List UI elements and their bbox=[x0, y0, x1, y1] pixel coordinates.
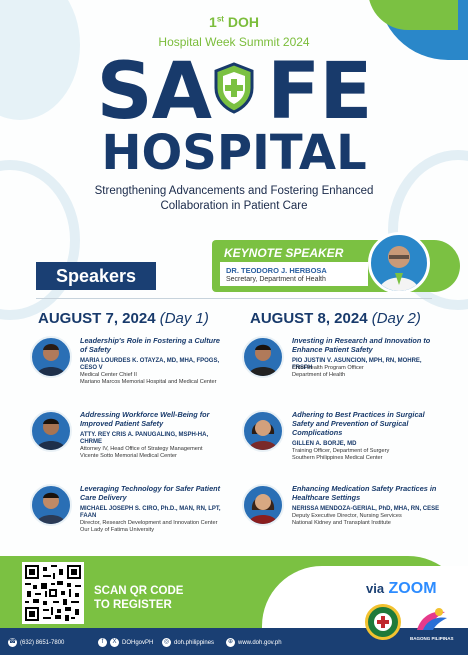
doh-seal-icon bbox=[365, 604, 401, 640]
contact-website[interactable]: ⊕ www.doh.gov.ph bbox=[226, 638, 282, 647]
speaker-photo bbox=[242, 336, 284, 378]
day1-heading: AUGUST 7, 2024 (Day 1) bbox=[38, 310, 209, 327]
speaker-photo bbox=[30, 484, 72, 526]
keynote-role: Secretary, Department of Health bbox=[226, 276, 326, 283]
speakers-heading: Speakers bbox=[36, 262, 156, 290]
edition-label: 1st DOH bbox=[209, 14, 259, 30]
keynote-name: DR. TEODORO J. HERBOSA bbox=[226, 266, 327, 275]
x-twitter-icon: X bbox=[110, 638, 119, 647]
registration-qr-code[interactable] bbox=[22, 562, 84, 624]
speaker-photo bbox=[242, 410, 284, 452]
keynote-title: KEYNOTE SPEAKER bbox=[224, 246, 344, 260]
tagline: Strengthening Advancements and Fostering… bbox=[94, 185, 374, 212]
divider bbox=[36, 298, 432, 299]
contact-phone[interactable]: ☎ (632) 8651-7800 bbox=[8, 638, 64, 647]
title-hospital: HOSPITAL bbox=[101, 125, 367, 181]
globe-icon: ⊕ bbox=[226, 638, 235, 647]
scan-instruction: SCAN QR CODE TO REGISTER bbox=[94, 585, 184, 611]
phone-icon: ☎ bbox=[8, 638, 17, 647]
bagong-pilipinas-logo bbox=[413, 606, 449, 634]
shield-cross-icon bbox=[212, 62, 256, 114]
poster: 1st DOH Hospital Week Summit 2024 SA FE H… bbox=[0, 0, 468, 655]
keynote-photo bbox=[368, 232, 430, 294]
speaker-photo bbox=[30, 410, 72, 452]
zoom-label: via ZOOM bbox=[366, 580, 437, 597]
facebook-icon: f bbox=[98, 638, 107, 647]
instagram-icon: ◎ bbox=[162, 638, 171, 647]
summit-title: Hospital Week Summit 2024 bbox=[158, 35, 310, 49]
day2-heading: AUGUST 8, 2024 (Day 2) bbox=[250, 310, 421, 327]
speaker-photo bbox=[30, 336, 72, 378]
contact-twitter[interactable]: f X DOHgovPH bbox=[98, 638, 153, 647]
speaker-photo bbox=[242, 484, 284, 526]
bagong-pilipinas-text: BAGONG PILIPINAS bbox=[410, 636, 454, 641]
contact-instagram[interactable]: ◎ doh.philippines bbox=[162, 638, 214, 647]
